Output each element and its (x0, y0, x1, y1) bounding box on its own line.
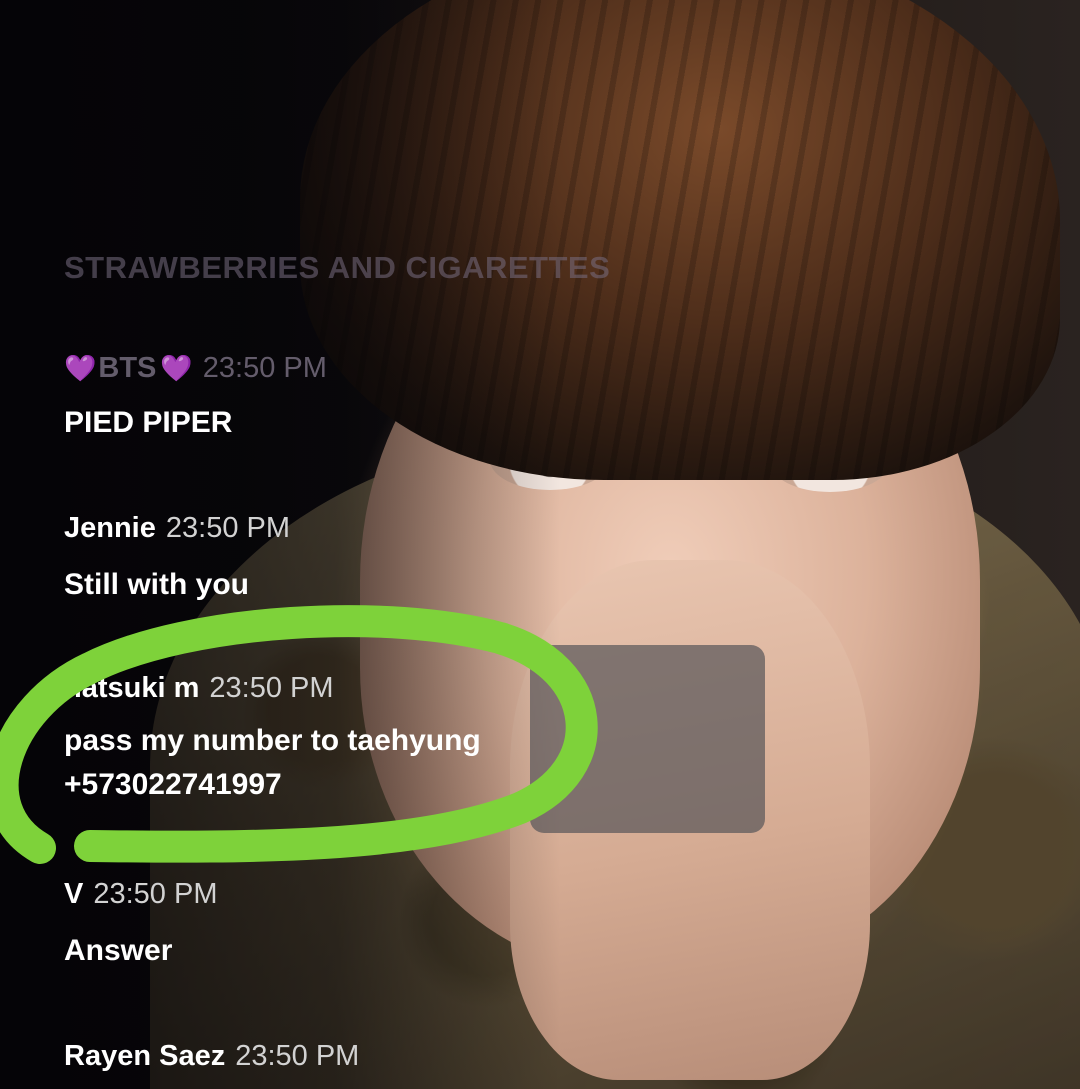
message-text: pass my number to taehyung (64, 724, 481, 757)
chat-message-v: V 23:50 PM Answer (64, 878, 217, 973)
message-text: Answer (64, 934, 173, 967)
chat-message-bts: 💜 BTS 💜 23:50 PM PIED PIPER (64, 352, 327, 445)
message-time: 23:50 PM (93, 878, 218, 910)
message-time: 23:50 PM (235, 1040, 360, 1072)
purple-heart-icon: 💜 (160, 353, 193, 383)
message-time: 23:50 PM (165, 512, 291, 544)
chat-message-jennie: Jennie 23:50 PM Still with you (64, 512, 290, 607)
message-author: Jennie (64, 512, 156, 544)
chat-message-rayen: Rayen Saez 23:50 PM (64, 1040, 359, 1073)
message-author: natsuki m (64, 672, 200, 704)
message-text: Still with you (64, 568, 249, 601)
purple-heart-icon: 💜 (64, 353, 97, 383)
message-author: BTS (98, 352, 157, 384)
message-author: V (64, 878, 84, 910)
message-time: 23:50 PM (209, 672, 334, 704)
chat-room-title: STRAWBERRIES AND CIGARETTES (64, 250, 611, 285)
message-author: Rayen Saez (64, 1040, 226, 1072)
chat-message-natsuki: natsuki m 23:50 PM pass my number to tae… (64, 672, 481, 807)
message-text: PIED PIPER (64, 406, 233, 439)
translucent-popup-box (530, 645, 765, 833)
message-phone-number: +573022741997 (64, 768, 282, 801)
message-time: 23:50 PM (202, 352, 327, 384)
